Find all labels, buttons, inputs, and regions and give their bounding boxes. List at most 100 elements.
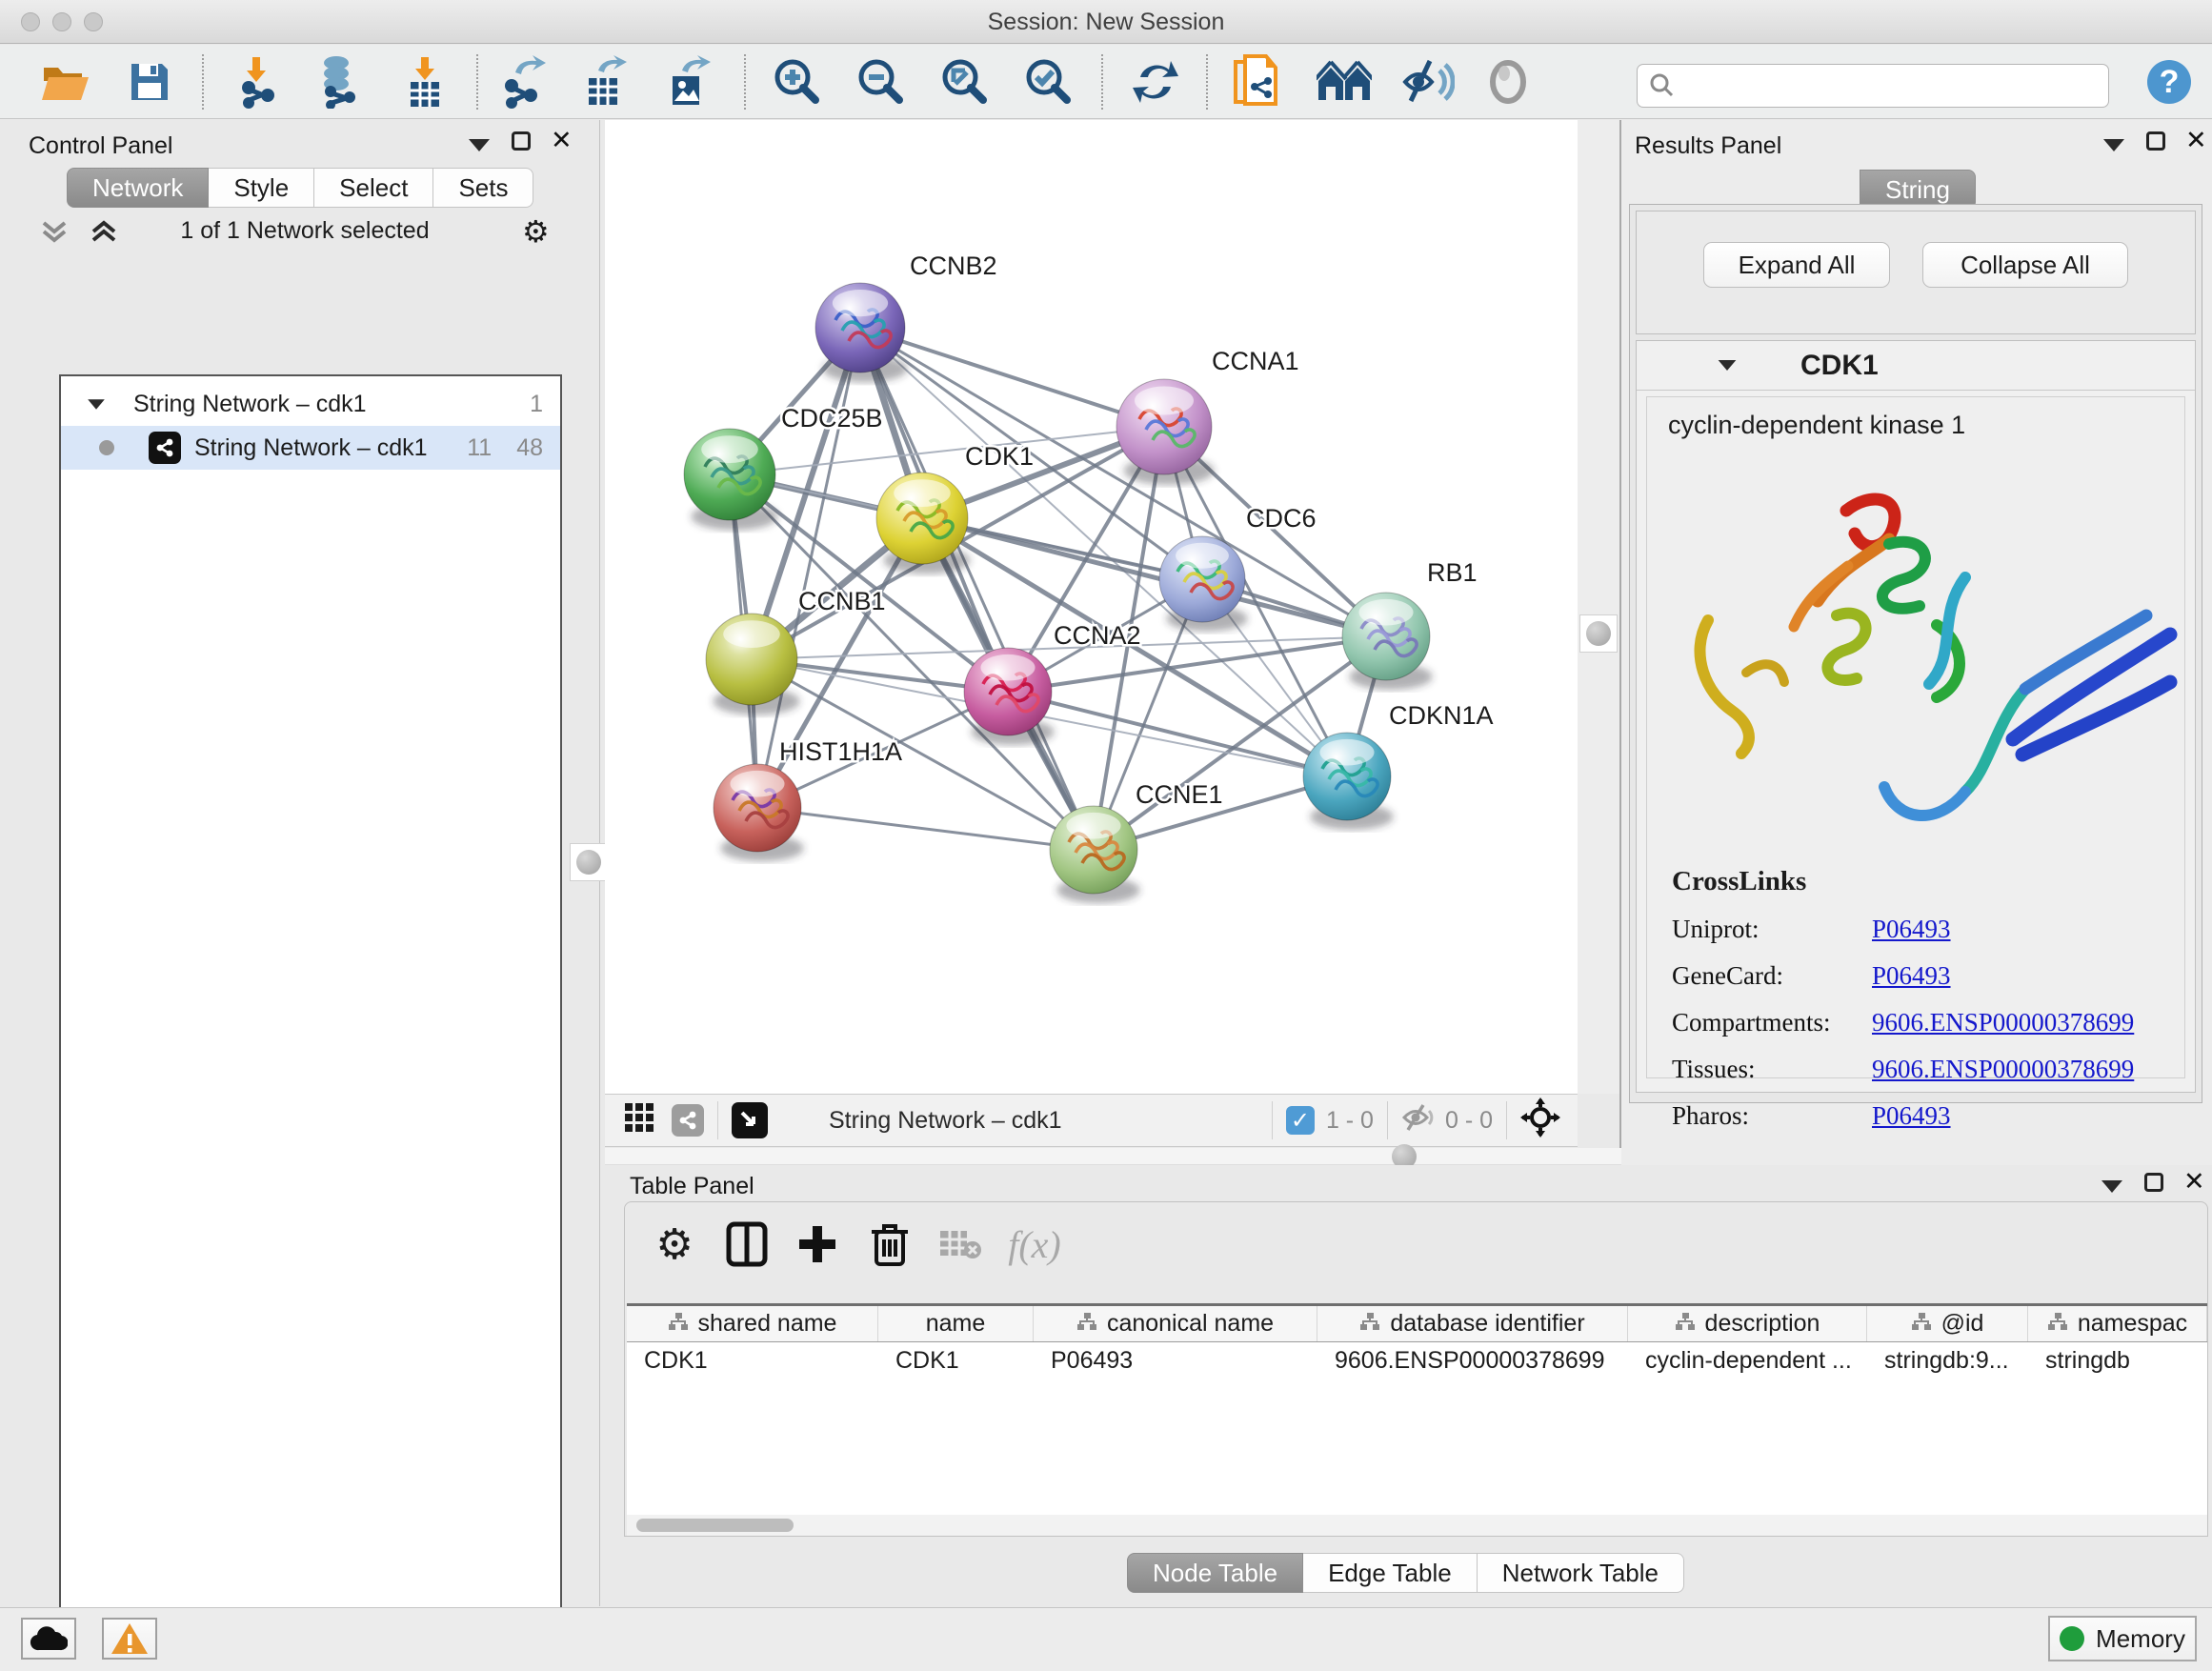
scrollbar-thumb[interactable]: [636, 1519, 794, 1532]
network-collection-row[interactable]: String Network – cdk1 1: [61, 382, 560, 426]
table-cell[interactable]: CDK1: [627, 1342, 878, 1379]
collapse-panel-icon[interactable]: [2101, 1180, 2122, 1193]
tab-sets[interactable]: Sets: [433, 168, 533, 208]
copy-network-button[interactable]: [1227, 52, 1286, 111]
cloud-button[interactable]: [21, 1618, 76, 1660]
node-CCNE1[interactable]: CCNE1: [1050, 780, 1223, 903]
float-panel-icon[interactable]: [2144, 1173, 2163, 1192]
selected-nodes-checkbox[interactable]: ✓: [1286, 1106, 1315, 1135]
close-panel-icon[interactable]: ✕: [2185, 131, 2207, 151]
table-options-gear-icon[interactable]: ⚙: [646, 1216, 703, 1273]
delete-column-icon[interactable]: [861, 1216, 918, 1273]
close-panel-icon[interactable]: ✕: [551, 131, 573, 151]
open-session-button[interactable]: [36, 52, 95, 111]
crosslink-genecard-link[interactable]: P06493: [1872, 961, 1951, 991]
gray-eye-icon: [1484, 58, 1532, 106]
edge-CCNB2-HIST1H1A[interactable]: [757, 328, 860, 808]
node-CCNB1[interactable]: CCNB1: [706, 587, 886, 715]
column-header-name[interactable]: name: [878, 1306, 1034, 1341]
crosslink-tissues-link[interactable]: 9606.ENSP00000378699: [1872, 1055, 2134, 1084]
right-splitter-handle[interactable]: [1579, 614, 1618, 653]
node-CDK1[interactable]: CDK1: [876, 442, 1034, 574]
create-column-icon[interactable]: [789, 1216, 846, 1273]
results-panel-title: Results Panel: [1635, 132, 1781, 160]
right-splitter[interactable]: [1578, 120, 1620, 1094]
edge-CCNB2-CCNE1[interactable]: [860, 328, 1094, 850]
column-header-namespac[interactable]: namespac: [2028, 1306, 2207, 1341]
export-network-button[interactable]: [493, 52, 553, 111]
table-horizontal-scrollbar[interactable]: [627, 1515, 2207, 1536]
tab-style[interactable]: Style: [209, 168, 314, 208]
node-RB1[interactable]: RB1: [1342, 558, 1478, 690]
network-view-icon[interactable]: [672, 1104, 704, 1137]
expand-all-networks-button[interactable]: [88, 217, 130, 246]
show-columns-icon[interactable]: [718, 1216, 775, 1273]
import-table-button[interactable]: [395, 52, 454, 111]
collapse-panel-icon[interactable]: [469, 139, 490, 151]
crosslink-pharos-link[interactable]: P06493: [1872, 1101, 1951, 1131]
string-results-box: Expand All Collapse All CDK1 cyclin-depe…: [1629, 204, 2202, 1103]
hide-graphics-details-button[interactable]: [1398, 52, 1458, 111]
tab-edge-table[interactable]: Edge Table: [1303, 1553, 1478, 1593]
warnings-button[interactable]: [102, 1618, 157, 1660]
export-table-button[interactable]: [577, 52, 636, 111]
float-panel-icon[interactable]: [2146, 131, 2165, 151]
import-network-file-button[interactable]: [229, 52, 288, 111]
crosslink-compartments-link[interactable]: 9606.ENSP00000378699: [1872, 1008, 2134, 1037]
save-session-button[interactable]: [120, 52, 179, 111]
export-image-button[interactable]: [659, 52, 718, 111]
search-input[interactable]: [1676, 71, 2085, 100]
tab-network-table[interactable]: Network Table: [1478, 1553, 1684, 1593]
network-options-gear-icon[interactable]: ⚙: [522, 213, 550, 250]
table-cell[interactable]: 9606.ENSP00000378699: [1317, 1342, 1628, 1379]
table-cell[interactable]: stringdb:9...: [1867, 1342, 2028, 1379]
left-splitter-handle[interactable]: [570, 843, 608, 881]
column-header--id[interactable]: @id: [1867, 1306, 2028, 1341]
collapse-panel-icon[interactable]: [2103, 139, 2124, 151]
tab-node-table[interactable]: Node Table: [1127, 1553, 1303, 1593]
grid-view-icon[interactable]: [624, 1102, 654, 1139]
preview-button[interactable]: [1478, 52, 1538, 111]
tab-select[interactable]: Select: [314, 168, 433, 208]
zoom-selected-button[interactable]: [1019, 52, 1078, 111]
collapse-all-button[interactable]: Collapse All: [1922, 242, 2128, 288]
pan-crosshair-icon[interactable]: [1520, 1097, 1560, 1144]
column-header-shared-name[interactable]: shared name: [627, 1306, 878, 1341]
table-cell[interactable]: stringdb: [2028, 1342, 2207, 1379]
gene-section-expander-icon[interactable]: [1719, 360, 1737, 371]
float-panel-icon[interactable]: [512, 131, 531, 151]
shared-column-icon: [1359, 1310, 1380, 1338]
expand-all-button[interactable]: Expand All: [1703, 242, 1890, 288]
network-row-selected[interactable]: String Network – cdk1 11 48: [61, 426, 560, 470]
apply-layout-button[interactable]: [1126, 52, 1185, 111]
zoom-out-button[interactable]: [852, 52, 911, 111]
close-panel-icon[interactable]: ✕: [2183, 1173, 2205, 1192]
column-header-database-identifier[interactable]: database identifier: [1317, 1306, 1628, 1341]
zoom-fit-button[interactable]: [935, 52, 995, 111]
collapse-all-networks-button[interactable]: [38, 217, 80, 246]
table-row[interactable]: CDK1CDK1P064939606.ENSP00000378699cyclin…: [627, 1342, 2207, 1379]
node-CCNA1[interactable]: CCNA1: [1116, 347, 1299, 485]
column-header-canonical-name[interactable]: canonical name: [1034, 1306, 1317, 1341]
table-cell[interactable]: cyclin-dependent ...: [1628, 1342, 1867, 1379]
show-graphics-details-button[interactable]: [1315, 52, 1374, 111]
table-cell[interactable]: CDK1: [878, 1342, 1034, 1379]
help-button[interactable]: ?: [2140, 52, 2199, 111]
edge-HIST1H1A-CCNE1[interactable]: [757, 808, 1094, 850]
column-header-description[interactable]: description: [1628, 1306, 1867, 1341]
node-HIST1H1A[interactable]: HIST1H1A: [714, 737, 902, 861]
node-CDKN1A[interactable]: CDKN1A: [1303, 701, 1494, 830]
eye-slash-waves-icon: [1401, 59, 1455, 105]
collection-expander-icon[interactable]: [88, 399, 105, 409]
zoom-in-button[interactable]: [768, 52, 827, 111]
tab-network[interactable]: Network: [67, 168, 209, 208]
table-header-row: shared namenamecanonical namedatabase id…: [627, 1306, 2207, 1342]
table-cell[interactable]: P06493: [1034, 1342, 1317, 1379]
import-network-database-button[interactable]: [309, 52, 368, 111]
network-canvas[interactable]: CCNB2CCNA1CDC25BCDK1CDC6RB1CCNB1CCNA2CDK…: [605, 120, 1578, 1094]
network-graph[interactable]: CCNB2CCNA1CDC25BCDK1CDC6RB1CCNB1CCNA2CDK…: [605, 120, 1578, 1094]
memory-button[interactable]: Memory: [2048, 1616, 2197, 1661]
crosslink-uniprot-link[interactable]: P06493: [1872, 915, 1951, 944]
birdseye-view-icon[interactable]: [732, 1102, 768, 1138]
node-CDC25B[interactable]: CDC25B: [684, 404, 883, 531]
